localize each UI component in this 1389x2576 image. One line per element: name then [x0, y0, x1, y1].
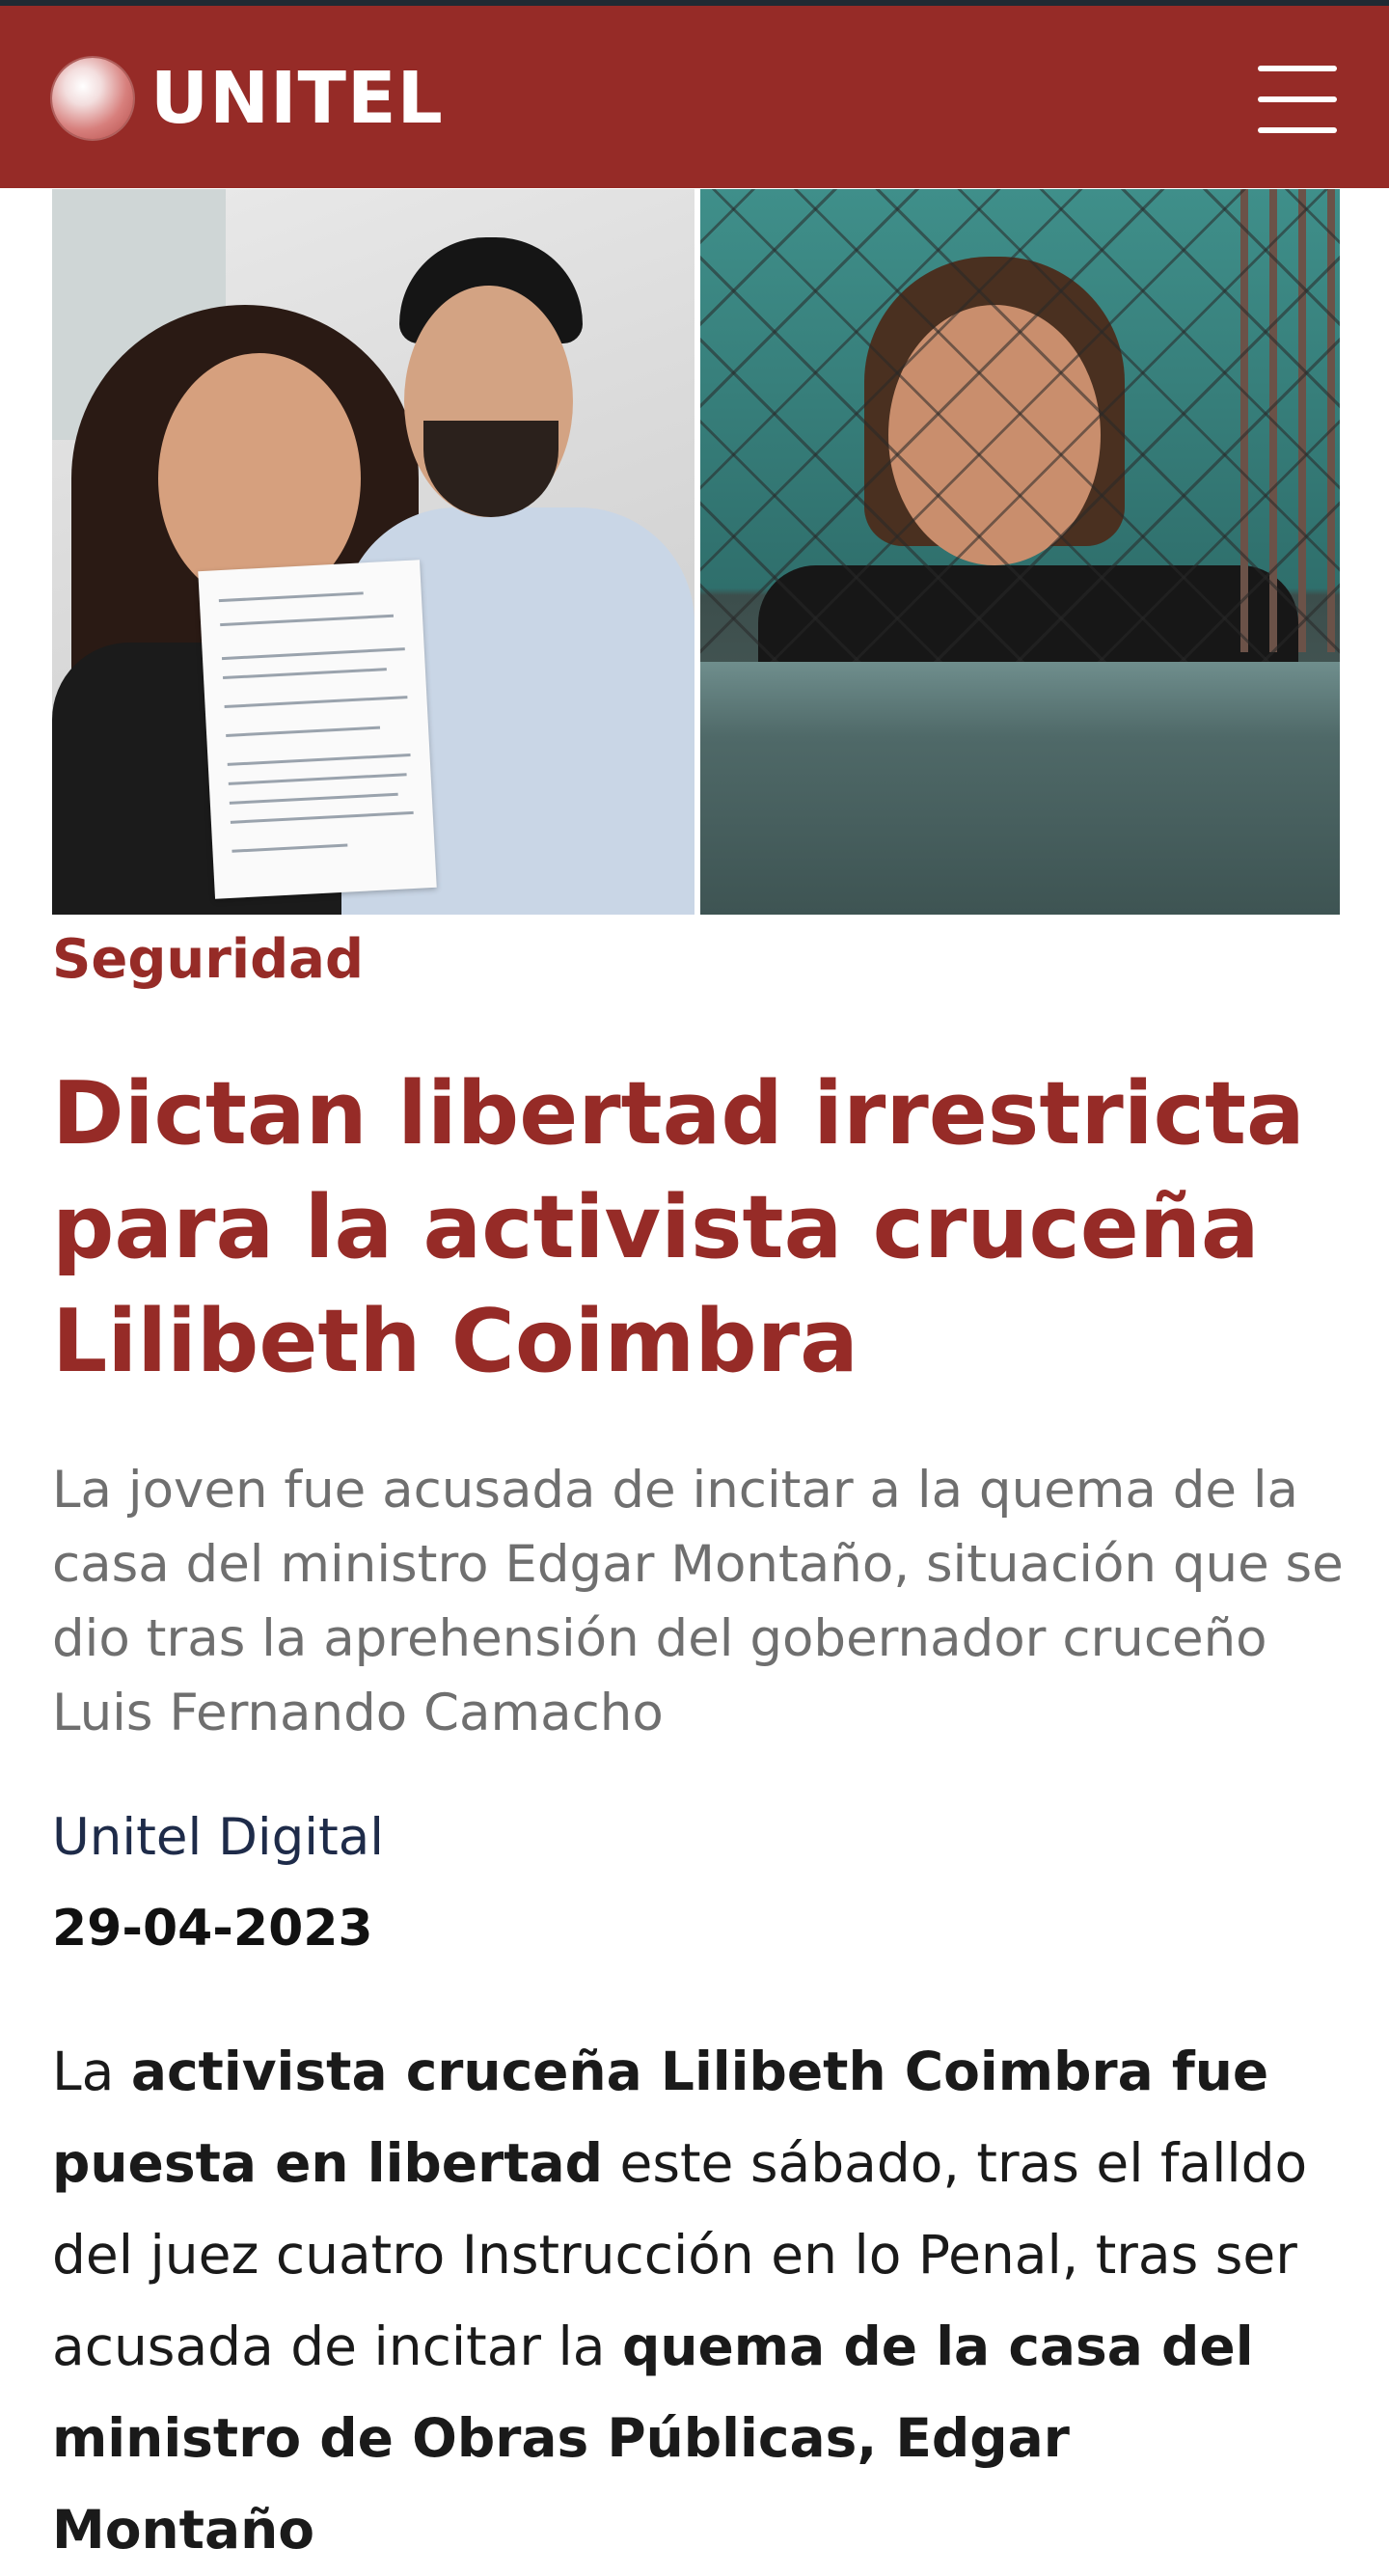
logo-ball-icon	[52, 58, 133, 139]
site-header: UNITEL	[0, 6, 1389, 188]
hero-image	[52, 189, 1340, 915]
article-body: La activista cruceña Lilibeth Coimbra fu…	[52, 2026, 1345, 2576]
logo-text: UNITEL	[150, 57, 444, 140]
article-headline: Dictan libertad irrestricta para la acti…	[52, 1063, 1305, 1392]
article-date: 29-04-2023	[52, 1900, 373, 1958]
body-text-1: La	[52, 2041, 131, 2102]
article-category[interactable]: Seguridad	[52, 924, 824, 996]
hamburger-menu-icon[interactable]	[1254, 64, 1341, 135]
release-document	[198, 560, 437, 899]
article-author: Unitel Digital	[52, 1808, 384, 1867]
unitel-logo[interactable]: UNITEL	[52, 56, 444, 141]
article-summary: La joven fue acusada de incitar a la que…	[52, 1461, 1344, 1742]
hero-photo-right	[700, 189, 1340, 915]
hero-photo-left	[52, 189, 694, 915]
